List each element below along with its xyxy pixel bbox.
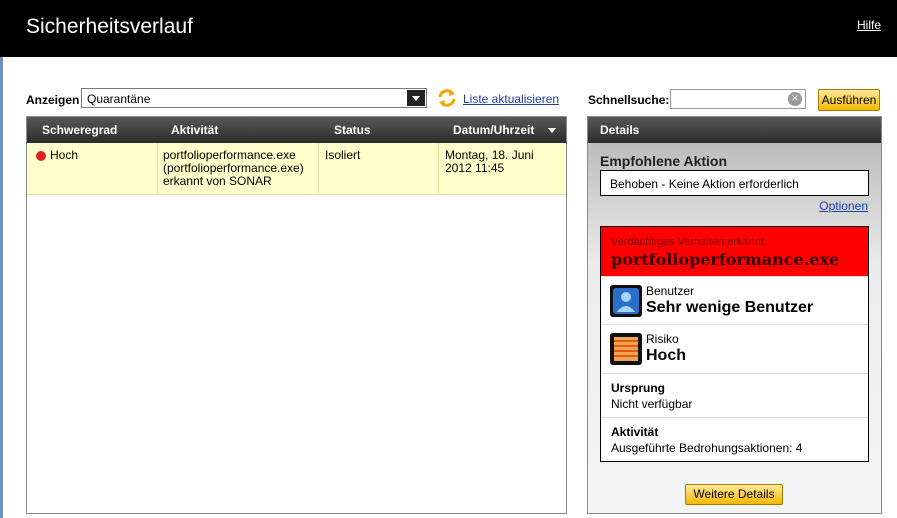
column-divider xyxy=(318,143,319,194)
history-table: Schweregrad Aktivität Status Datum/Uhrze… xyxy=(26,116,567,514)
run-button[interactable]: Ausführen xyxy=(818,89,880,111)
table-row[interactable]: Hoch portfolioperformance.exe (portfolio… xyxy=(27,143,566,195)
help-link[interactable]: Hilfe xyxy=(857,18,881,32)
recommended-action-title: Empfohlene Aktion xyxy=(600,153,728,169)
activity-section: Aktivität Ausgeführte Bedrohungsaktionen… xyxy=(601,417,868,462)
filter-label: Anzeigen xyxy=(26,93,80,107)
details-panel: Details Empfohlene Aktion Behoben - Kein… xyxy=(587,116,882,514)
origin-label: Ursprung xyxy=(611,381,665,395)
origin-value: Nicht verfügbar xyxy=(611,397,693,411)
threat-name: portfolioperformance.exe xyxy=(611,250,840,269)
users-label: Benutzer xyxy=(646,284,695,298)
user-icon xyxy=(610,285,642,317)
origin-section: Ursprung Nicht verfügbar xyxy=(601,373,868,418)
activity-cell: portfolioperformance.exe (portfolioperfo… xyxy=(163,149,304,188)
severity-cell: Hoch xyxy=(50,148,79,162)
status-cell: Isoliert xyxy=(325,148,361,162)
threat-card: Verdächtiges Verhalten erkannt: portfoli… xyxy=(600,226,869,462)
refresh-icon[interactable] xyxy=(437,88,457,108)
severity-high-icon xyxy=(36,151,46,161)
users-section: Benutzer Sehr wenige Benutzer xyxy=(601,276,868,325)
table-header: Schweregrad Aktivität Status Datum/Uhrze… xyxy=(27,117,566,143)
clear-icon[interactable]: × xyxy=(788,92,802,106)
title-bar: Sicherheitsverlauf Hilfe xyxy=(0,0,897,57)
quicksearch-label: Schnellsuche: xyxy=(588,93,670,107)
view-dropdown-value: Quarantäne xyxy=(87,92,151,106)
activity-line: erkannt von SONAR xyxy=(163,174,272,188)
column-datetime[interactable]: Datum/Uhrzeit xyxy=(453,123,534,137)
users-value: Sehr wenige Benutzer xyxy=(646,299,814,316)
column-divider xyxy=(438,143,439,194)
quicksearch-input[interactable]: × xyxy=(670,89,806,109)
activity-value: Ausgeführte Bedrohungsaktionen: 4 xyxy=(611,441,803,455)
recommended-action-value: Behoben - Keine Aktion erforderlich xyxy=(600,170,869,196)
sort-desc-icon[interactable] xyxy=(548,128,556,133)
column-status[interactable]: Status xyxy=(334,123,371,137)
risk-value: Hoch xyxy=(646,347,686,364)
datetime-line: 2012 11:45 xyxy=(445,161,505,175)
risk-section: Risiko Hoch xyxy=(601,324,868,373)
page-title: Sicherheitsverlauf xyxy=(26,15,193,38)
activity-label: Aktivität xyxy=(611,425,659,439)
risk-icon xyxy=(610,333,642,365)
refresh-list-link[interactable]: Liste aktualisieren xyxy=(463,92,559,106)
threat-banner: Verdächtiges Verhalten erkannt: portfoli… xyxy=(601,227,868,276)
datetime-cell: Montag, 18. Juni 2012 11:45 xyxy=(445,149,534,175)
risk-label: Risiko xyxy=(646,332,679,346)
threat-subtitle: Verdächtiges Verhalten erkannt: xyxy=(611,236,767,248)
details-header: Details xyxy=(588,117,881,143)
chevron-down-icon[interactable] xyxy=(407,90,425,106)
column-divider xyxy=(157,143,158,194)
column-severity[interactable]: Schweregrad xyxy=(42,123,117,137)
window-edge xyxy=(0,57,3,518)
column-activity[interactable]: Aktivität xyxy=(171,123,218,137)
view-dropdown[interactable]: Quarantäne xyxy=(81,88,427,108)
options-link[interactable]: Optionen xyxy=(819,199,868,213)
more-details-button[interactable]: Weitere Details xyxy=(685,484,783,505)
